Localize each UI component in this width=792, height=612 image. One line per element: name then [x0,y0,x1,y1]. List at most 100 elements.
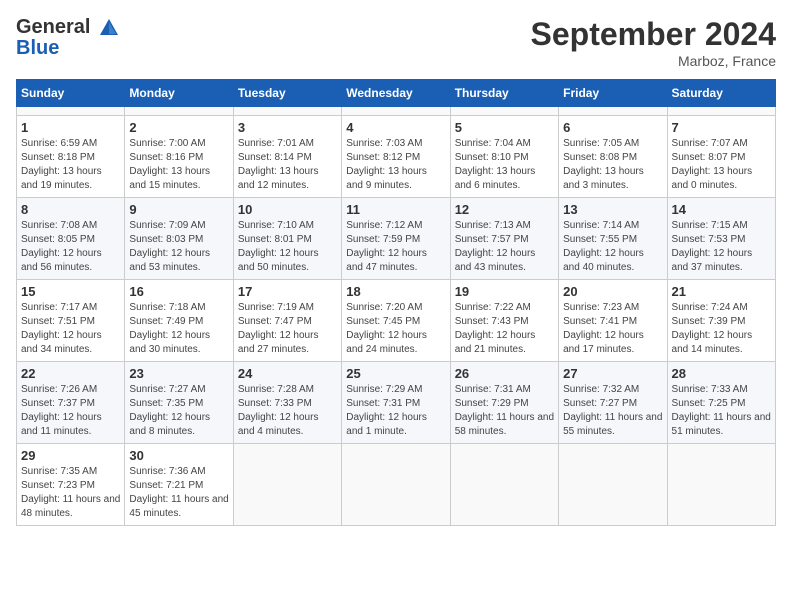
day-cell: 6Sunrise: 7:05 AMSunset: 8:08 PMDaylight… [559,116,667,198]
day-cell: 9 Sunrise: 7:09 AMSunset: 8:03 PMDaylight… [125,198,233,280]
day-number: 8 [21,202,120,217]
day-number: 30 [129,448,228,463]
day-number: 17 [238,284,337,299]
day-cell [559,444,667,526]
day-cell: 24Sunrise: 7:28 AMSunset: 7:33 PMDayligh… [233,362,341,444]
day-cell [559,107,667,116]
day-info: Sunrise: 7:01 AMSunset: 8:14 PMDaylight:… [238,137,337,193]
day-number: 13 [563,202,662,217]
day-number: 7 [672,120,771,135]
day-number: 11 [346,202,445,217]
col-header-saturday: Saturday [667,80,775,107]
day-cell: 19 Sunrise: 7:22 AMSunset: 7:43 PMDayligh… [450,280,558,362]
day-number: 6 [563,120,662,135]
day-info: Sunrise: 7:31 AMSunset: 7:29 PMDaylight:… [455,383,554,439]
day-info: Sunrise: 7:20 AMSunset: 7:45 PMDaylight:… [346,301,445,357]
day-number: 3 [238,120,337,135]
day-info: Sunrise: 7:24 AMSunset: 7:39 PMDaylight:… [672,301,771,357]
day-cell [450,444,558,526]
logo-text-blue: Blue [16,37,120,60]
day-cell: 13 Sunrise: 7:14 AMSunset: 7:55 PMDayligh… [559,198,667,280]
month-title: September 2024 [531,16,776,53]
week-row-5: 29 Sunrise: 7:35 AMSunset: 7:23 PMDayligh… [17,444,776,526]
day-info: Sunrise: 7:08 AMSunset: 8:05 PMDaylight:… [21,219,120,275]
week-row-1: 1Sunrise: 6:59 AMSunset: 8:18 PMDaylight… [17,116,776,198]
day-cell [667,107,775,116]
day-number: 2 [129,120,228,135]
day-number: 19 [455,284,554,299]
col-header-wednesday: Wednesday [342,80,450,107]
day-info: Sunrise: 7:00 AMSunset: 8:16 PMDaylight:… [129,137,228,193]
day-info: Sunrise: 7:09 AMSunset: 8:03 PMDaylight:… [129,219,228,275]
day-info: Sunrise: 7:17 AMSunset: 7:51 PMDaylight:… [21,301,120,357]
title-block: September 2024 Marboz, France [531,16,776,69]
day-number: 16 [129,284,228,299]
day-cell [233,444,341,526]
day-info: Sunrise: 7:28 AMSunset: 7:33 PMDaylight:… [238,383,337,439]
day-cell: 28Sunrise: 7:33 AMSunset: 7:25 PMDayligh… [667,362,775,444]
day-cell [17,107,125,116]
day-info: Sunrise: 7:04 AMSunset: 8:10 PMDaylight:… [455,137,554,193]
logo-text-general: General [16,16,90,38]
day-cell: 7Sunrise: 7:07 AMSunset: 8:07 PMDaylight… [667,116,775,198]
page-header: General Blue September 2024 Marboz, Fran… [16,16,776,69]
day-cell: 11 Sunrise: 7:12 AMSunset: 7:59 PMDayligh… [342,198,450,280]
day-cell: 14Sunrise: 7:15 AMSunset: 7:53 PMDayligh… [667,198,775,280]
location: Marboz, France [531,53,776,69]
day-number: 12 [455,202,554,217]
day-number: 21 [672,284,771,299]
day-cell: 27Sunrise: 7:32 AMSunset: 7:27 PMDayligh… [559,362,667,444]
day-cell: 29 Sunrise: 7:35 AMSunset: 7:23 PMDayligh… [17,444,125,526]
day-number: 1 [21,120,120,135]
day-cell: 4 Sunrise: 7:03 AMSunset: 8:12 PMDaylight… [342,116,450,198]
day-number: 15 [21,284,120,299]
day-info: Sunrise: 7:23 AMSunset: 7:41 PMDaylight:… [563,301,662,357]
day-cell: 21 Sunrise: 7:24 AMSunset: 7:39 PMDayligh… [667,280,775,362]
col-header-monday: Monday [125,80,233,107]
day-number: 10 [238,202,337,217]
logo: General Blue [16,16,120,60]
day-cell: 16 Sunrise: 7:18 AMSunset: 7:49 PMDayligh… [125,280,233,362]
day-info: Sunrise: 7:26 AMSunset: 7:37 PMDaylight:… [21,383,120,439]
calendar-table: SundayMondayTuesdayWednesdayThursdayFrid… [16,79,776,526]
day-number: 20 [563,284,662,299]
day-cell: 30 Sunrise: 7:36 AMSunset: 7:21 PMDayligh… [125,444,233,526]
day-number: 5 [455,120,554,135]
day-number: 22 [21,366,120,381]
day-cell [450,107,558,116]
col-header-tuesday: Tuesday [233,80,341,107]
day-cell: 12 Sunrise: 7:13 AMSunset: 7:57 PMDayligh… [450,198,558,280]
day-cell [342,444,450,526]
day-info: Sunrise: 7:27 AMSunset: 7:35 PMDaylight:… [129,383,228,439]
day-info: Sunrise: 7:10 AMSunset: 8:01 PMDaylight:… [238,219,337,275]
day-number: 23 [129,366,228,381]
day-info: Sunrise: 7:13 AMSunset: 7:57 PMDaylight:… [455,219,554,275]
day-number: 4 [346,120,445,135]
day-cell [125,107,233,116]
day-info: Sunrise: 7:22 AMSunset: 7:43 PMDaylight:… [455,301,554,357]
logo-icon [98,17,120,39]
day-cell: 2 Sunrise: 7:00 AMSunset: 8:16 PMDaylight… [125,116,233,198]
day-info: Sunrise: 7:36 AMSunset: 7:21 PMDaylight:… [129,465,228,521]
day-number: 26 [455,366,554,381]
day-number: 9 [129,202,228,217]
day-info: Sunrise: 7:03 AMSunset: 8:12 PMDaylight:… [346,137,445,193]
day-number: 14 [672,202,771,217]
day-cell: 15 Sunrise: 7:17 AMSunset: 7:51 PMDayligh… [17,280,125,362]
day-cell: 10 Sunrise: 7:10 AMSunset: 8:01 PMDayligh… [233,198,341,280]
week-row-3: 15 Sunrise: 7:17 AMSunset: 7:51 PMDayligh… [17,280,776,362]
day-info: Sunrise: 7:12 AMSunset: 7:59 PMDaylight:… [346,219,445,275]
day-cell: 25Sunrise: 7:29 AMSunset: 7:31 PMDayligh… [342,362,450,444]
day-info: Sunrise: 7:14 AMSunset: 7:55 PMDaylight:… [563,219,662,275]
day-number: 29 [21,448,120,463]
day-info: Sunrise: 7:35 AMSunset: 7:23 PMDaylight:… [21,465,120,521]
day-cell: 22 Sunrise: 7:26 AMSunset: 7:37 PMDayligh… [17,362,125,444]
day-cell: 8 Sunrise: 7:08 AMSunset: 8:05 PMDaylight… [17,198,125,280]
day-info: Sunrise: 7:19 AMSunset: 7:47 PMDaylight:… [238,301,337,357]
day-cell [233,107,341,116]
day-cell: 1Sunrise: 6:59 AMSunset: 8:18 PMDaylight… [17,116,125,198]
day-cell [342,107,450,116]
day-info: Sunrise: 7:18 AMSunset: 7:49 PMDaylight:… [129,301,228,357]
week-row-0 [17,107,776,116]
col-header-thursday: Thursday [450,80,558,107]
